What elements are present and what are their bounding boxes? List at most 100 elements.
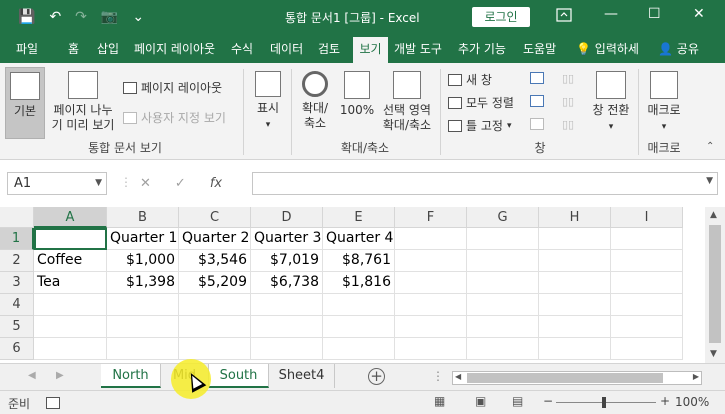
name-box-dropdown-icon[interactable]: ▼ — [95, 173, 102, 194]
custom-views-button[interactable]: 사용자 지정 보기 — [123, 109, 226, 126]
horizontal-scrollbar[interactable]: ◀ ▶ — [452, 371, 702, 385]
cell-e1[interactable]: Quarter 4 — [323, 228, 395, 250]
cell-c2[interactable]: $3,546 — [179, 250, 251, 272]
name-box[interactable]: A1 ▼ — [7, 172, 107, 195]
cell-a5[interactable] — [34, 316, 107, 338]
zoom-to-selection-button[interactable]: 선택 영역 확대/축소 — [378, 67, 436, 139]
row-header-6[interactable]: 6 — [0, 338, 34, 360]
camera-icon[interactable]: 📷 — [101, 8, 118, 26]
cell-d2[interactable]: $7,019 — [251, 250, 323, 272]
tab-view[interactable]: 보기 — [353, 37, 388, 63]
arrange-all-button[interactable]: 모두 정렬 — [448, 94, 514, 111]
cell-f6[interactable] — [395, 338, 467, 360]
cell-c5[interactable] — [179, 316, 251, 338]
close-button[interactable]: ✕ — [693, 6, 705, 22]
page-break-status-icon[interactable]: ▤ — [512, 394, 523, 408]
cell-d6[interactable] — [251, 338, 323, 360]
tab-insert[interactable]: 삽입 — [93, 35, 123, 63]
cell-d4[interactable] — [251, 294, 323, 316]
cell-e4[interactable] — [323, 294, 395, 316]
enter-icon[interactable]: ✓ — [175, 176, 186, 191]
horizontal-scroll-thumb[interactable] — [467, 373, 663, 383]
unhide-window-icon[interactable] — [530, 118, 544, 130]
normal-view-button[interactable]: 기본 — [5, 67, 45, 139]
cell-h2[interactable] — [539, 250, 611, 272]
expand-formula-icon[interactable]: ▼ — [706, 176, 713, 186]
row-header-5[interactable]: 5 — [0, 316, 34, 338]
macros-button[interactable]: 매크로 ▾ — [643, 67, 685, 139]
cell-e2[interactable]: $8,761 — [323, 250, 395, 272]
cell-a4[interactable] — [34, 294, 107, 316]
cell-h5[interactable] — [539, 316, 611, 338]
cell-f1[interactable] — [395, 228, 467, 250]
column-header-a[interactable]: A — [34, 207, 107, 228]
cell-b3[interactable]: $1,398 — [107, 272, 179, 294]
scroll-right-icon[interactable]: ▶ — [693, 372, 699, 381]
zoom-level[interactable]: 100% — [675, 395, 709, 409]
tell-me-box[interactable]: 💡 입력하세 — [572, 35, 643, 63]
zoom-out-icon[interactable]: − — [543, 394, 553, 408]
column-header-g[interactable]: G — [467, 207, 539, 228]
tab-add-ins[interactable]: 추가 기능 — [454, 35, 510, 63]
switch-windows-button[interactable]: 창 전환 ▾ — [588, 67, 634, 139]
view-side-by-side-icon[interactable]: ▯▯ — [562, 72, 574, 85]
cell-g1[interactable] — [467, 228, 539, 250]
zoom-slider[interactable] — [556, 397, 656, 408]
row-header-3[interactable]: 3 — [0, 272, 34, 294]
cell-d3[interactable]: $6,738 — [251, 272, 323, 294]
cell-f5[interactable] — [395, 316, 467, 338]
reset-window-icon[interactable]: ▯▯ — [562, 118, 574, 131]
cell-i5[interactable] — [611, 316, 683, 338]
column-header-h[interactable]: H — [539, 207, 611, 228]
zoom-slider-handle[interactable] — [602, 397, 606, 408]
cell-c1[interactable]: Quarter 2 — [179, 228, 251, 250]
zoom-button[interactable]: 확대/ 축소 — [296, 67, 334, 139]
insert-function-icon[interactable]: fx — [210, 176, 222, 191]
tab-help[interactable]: 도움말 — [519, 35, 560, 63]
cell-d5[interactable] — [251, 316, 323, 338]
collapse-ribbon-icon[interactable]: ⌃ — [706, 141, 714, 152]
show-button[interactable]: 표시 ▾ — [250, 67, 286, 139]
sheet-tab-north[interactable]: North — [101, 364, 161, 388]
zoom-100-button[interactable]: 100% — [338, 67, 376, 139]
normal-view-status-icon[interactable]: ▦ — [434, 394, 445, 408]
cell-i6[interactable] — [611, 338, 683, 360]
page-break-preview-button[interactable]: 페이지 나누 기 미리 보기 — [48, 67, 118, 139]
cell-d1[interactable]: Quarter 3 — [251, 228, 323, 250]
minimize-button[interactable]: — — [604, 6, 618, 22]
scroll-left-icon[interactable]: ◀ — [455, 372, 461, 381]
ribbon-display-icon[interactable] — [556, 8, 572, 26]
cell-c6[interactable] — [179, 338, 251, 360]
cell-f2[interactable] — [395, 250, 467, 272]
cell-i2[interactable] — [611, 250, 683, 272]
tab-page-layout[interactable]: 페이지 레이아웃 — [130, 35, 219, 63]
column-header-i[interactable]: I — [611, 207, 683, 228]
cancel-icon[interactable]: ✕ — [140, 176, 151, 191]
row-header-1[interactable]: 1 — [0, 228, 34, 250]
row-header-2[interactable]: 2 — [0, 250, 34, 272]
cell-b4[interactable] — [107, 294, 179, 316]
cell-a2[interactable]: Coffee — [34, 250, 107, 272]
save-icon[interactable]: 💾 — [18, 8, 35, 26]
vertical-scrollbar[interactable]: ▲ ▼ — [705, 207, 725, 363]
cell-c4[interactable] — [179, 294, 251, 316]
cell-h3[interactable] — [539, 272, 611, 294]
zoom-in-icon[interactable]: + — [660, 394, 670, 408]
tab-review[interactable]: 검토 — [314, 35, 344, 63]
tab-split-icon[interactable]: ⋮ — [432, 369, 444, 383]
cell-h4[interactable] — [539, 294, 611, 316]
tab-formulas[interactable]: 수식 — [227, 35, 257, 63]
column-header-c[interactable]: C — [179, 207, 251, 228]
page-layout-status-icon[interactable]: ▣ — [475, 394, 486, 408]
cell-h1[interactable] — [539, 228, 611, 250]
cell-b2[interactable]: $1,000 — [107, 250, 179, 272]
worksheet-grid[interactable]: A B C D E F G H I 1 Quarter 1 Quarter 2 Quarter 3 Qua… — [0, 207, 725, 363]
cell-f4[interactable] — [395, 294, 467, 316]
cell-e5[interactable] — [323, 316, 395, 338]
freeze-panes-button[interactable]: 틀 고정 ▾ — [448, 117, 511, 134]
cell-i4[interactable] — [611, 294, 683, 316]
cell-c3[interactable]: $5,209 — [179, 272, 251, 294]
share-button[interactable]: 👤 공유 — [654, 35, 703, 63]
tab-file[interactable]: 파일 — [12, 35, 42, 63]
cell-e3[interactable]: $1,816 — [323, 272, 395, 294]
